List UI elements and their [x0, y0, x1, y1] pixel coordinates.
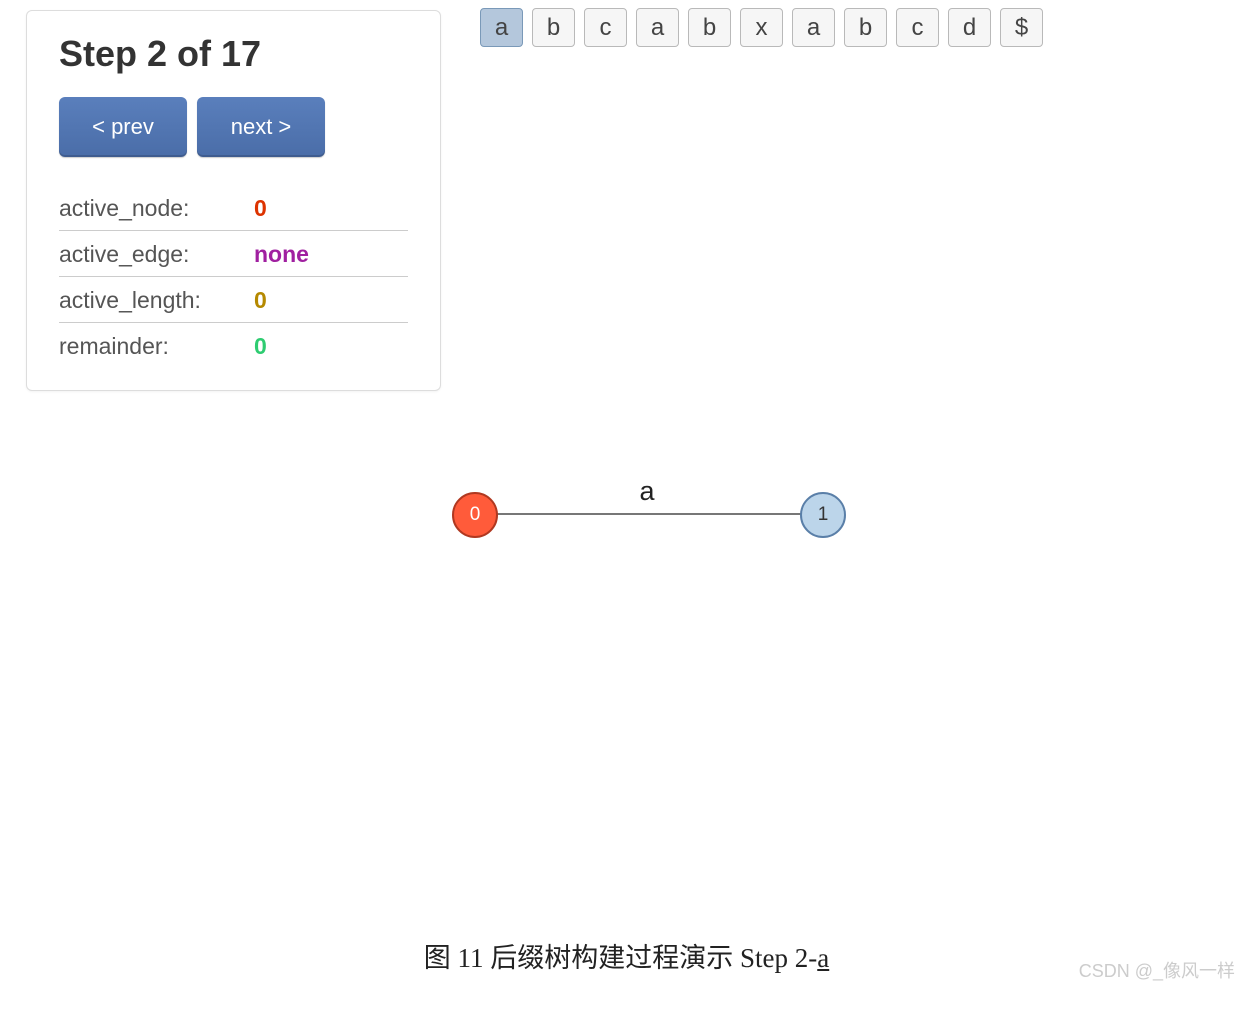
- stat-label: remainder:: [59, 333, 254, 360]
- stat-value: none: [254, 241, 309, 268]
- stat-remainder: remainder: 0: [59, 323, 408, 368]
- step-title: Step 2 of 17: [59, 33, 408, 75]
- input-cell[interactable]: b: [688, 8, 731, 47]
- input-cell[interactable]: c: [896, 8, 939, 47]
- stats-table: active_node: 0 active_edge: none active_…: [59, 185, 408, 368]
- input-cell[interactable]: a: [480, 8, 523, 47]
- caption-step-char: a: [817, 943, 829, 973]
- stat-value: 0: [254, 287, 267, 314]
- figure-caption: 图 11 后缀树构建过程演示 Step 2-a: [0, 936, 1253, 975]
- input-cell[interactable]: b: [844, 8, 887, 47]
- stat-label: active_node:: [59, 195, 254, 222]
- stat-value: 0: [254, 195, 267, 222]
- tree-node-1: 1: [800, 492, 846, 538]
- input-cell[interactable]: $: [1000, 8, 1043, 47]
- input-cell[interactable]: a: [636, 8, 679, 47]
- control-panel: Step 2 of 17 < prev next > active_node: …: [26, 10, 441, 391]
- stat-value: 0: [254, 333, 267, 360]
- stat-active-edge: active_edge: none: [59, 231, 408, 277]
- stat-label: active_edge:: [59, 241, 254, 268]
- watermark: CSDN @_像风一样: [1079, 957, 1235, 983]
- caption-text: 图 11 后缀树构建过程演示 Step 2-: [424, 943, 818, 973]
- input-char-strip: abcabxabcd$: [480, 8, 1043, 47]
- input-cell[interactable]: a: [792, 8, 835, 47]
- tree-node-0: 0: [452, 492, 498, 538]
- prev-button[interactable]: < prev: [59, 97, 187, 157]
- edge-line: [495, 513, 805, 515]
- stat-label: active_length:: [59, 287, 254, 314]
- input-cell[interactable]: x: [740, 8, 783, 47]
- input-cell[interactable]: c: [584, 8, 627, 47]
- stat-active-node: active_node: 0: [59, 185, 408, 231]
- suffix-tree-graph: a 0 1: [452, 470, 852, 550]
- input-cell[interactable]: d: [948, 8, 991, 47]
- nav-buttons: < prev next >: [59, 97, 408, 157]
- next-button[interactable]: next >: [197, 97, 325, 157]
- edge-label: a: [452, 476, 842, 507]
- stat-active-length: active_length: 0: [59, 277, 408, 323]
- input-cell[interactable]: b: [532, 8, 575, 47]
